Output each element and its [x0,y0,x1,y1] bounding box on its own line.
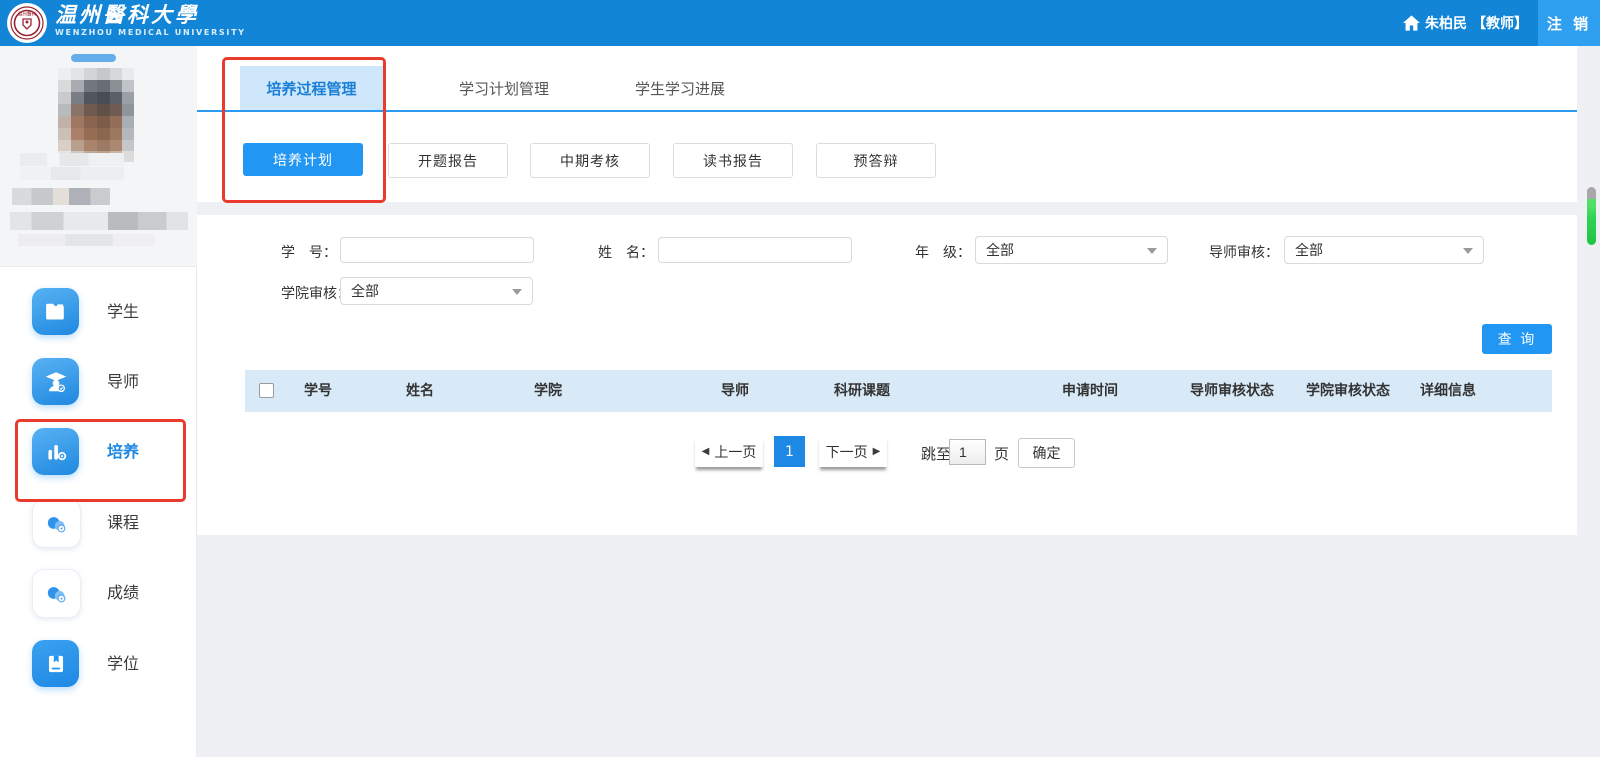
sidebar-item-label: 学生 [107,288,139,335]
app-window: 温州醫科 温州醫科大學 WENZHOU MEDICAL UNIVERSITY 朱… [0,0,1600,757]
grade-select-value: 全部 [986,240,1014,260]
tab-study-plan[interactable]: 学习计划管理 [429,66,579,110]
sidebar-item-training[interactable]: 培养 [0,428,197,476]
button-proposal-report[interactable]: 开题报告 [388,143,508,178]
profile-section [0,46,197,267]
col-apply-time: 申请时间 [1062,370,1118,412]
university-seal-icon: 温州醫科 [7,3,47,43]
student-id-input[interactable] [340,237,534,263]
col-name: 姓名 [406,370,434,412]
button-midterm-assessment[interactable]: 中期考核 [530,143,650,178]
sidebar-item-label: 培养 [107,428,139,475]
sidebar-item-label: 导师 [107,358,139,405]
student-id-label: 学 号： [281,242,337,262]
sidebar-item-mentors[interactable]: 导师 [0,358,197,406]
jump-page-input[interactable] [949,439,986,465]
select-all-checkbox[interactable] [259,383,274,398]
user-role-badge: 【教师】 [1472,13,1528,33]
col-mentor-review-status: 导师审核状态 [1190,370,1274,412]
university-name-cn: 温州醫科大學 [55,4,246,25]
sidebar-item-label: 课程 [107,499,139,546]
col-college: 学院 [534,370,562,412]
redacted-text-line [10,212,188,230]
name-label: 姓 名： [598,242,654,262]
cloud-sync-icon [32,569,81,618]
cloud-sync-icon [32,499,81,548]
sidebar-item-label: 成绩 [107,569,139,616]
table-header-row: 学号 姓名 学院 导师 科研课题 申请时间 导师审核状态 学院审核状态 详细信息 [245,370,1552,412]
mentor-review-select[interactable]: 全部 [1284,236,1484,264]
grade-label: 年 级： [915,242,971,262]
tabs-panel: 培养过程管理 学习计划管理 学生学习进展 培养计划 开题报告 中期考核 读书报告… [197,46,1577,202]
tab-underline [197,110,1577,112]
user-name[interactable]: 朱柏民 [1425,13,1467,33]
grade-select[interactable]: 全部 [975,236,1168,264]
prev-page-label: 上一页 [714,442,756,462]
jump-to-label: 跳至 [921,443,951,464]
college-review-select-value: 全部 [351,281,379,301]
svg-text:温州醫科: 温州醫科 [18,11,36,18]
redacted-text-line [12,188,110,205]
degree-book-icon [32,640,79,687]
redacted-text-line [18,234,154,246]
avatar [58,68,134,166]
logout-button[interactable]: 注 销 [1538,0,1600,46]
button-reading-report[interactable]: 读书报告 [673,143,793,178]
redacted-banner [71,54,116,62]
button-training-plan[interactable]: 培养计划 [243,143,363,176]
user-info: 朱柏民 【教师】 [1403,0,1528,46]
col-mentor: 导师 [721,370,749,412]
name-input[interactable] [658,237,852,263]
home-icon[interactable] [1403,15,1420,31]
redacted-text-line [20,153,124,166]
redacted-text-line [20,167,124,180]
current-page-indicator[interactable]: 1 [774,436,805,467]
vertical-scrollbar-thumb[interactable] [1587,187,1596,245]
sidebar: 学生 导师 [0,46,197,757]
sidebar-item-grades[interactable]: 成绩 [0,569,197,617]
sidebar-item-label: 学位 [107,640,139,687]
next-page-label: 下一页 [826,442,868,462]
university-name-en: WENZHOU MEDICAL UNIVERSITY [55,29,246,37]
tab-student-progress[interactable]: 学生学习进展 [605,66,755,110]
button-pre-defense[interactable]: 预答辩 [816,143,936,178]
college-review-select[interactable]: 全部 [340,277,533,305]
mentor-review-label: 导师审核： [1209,242,1279,262]
chevron-down-icon [512,289,522,295]
confirm-button[interactable]: 确定 [1018,438,1075,468]
search-button[interactable]: 查 询 [1482,324,1552,354]
prev-arrow-icon: ◀ [702,446,710,457]
mentor-graduation-icon [32,358,79,405]
query-panel: 学 号： 姓 名： 年 级： 全部 导师审核： 全部 学院审核： 全部 查 询 … [197,215,1577,535]
col-research-topic: 科研课题 [834,370,890,412]
chevron-down-icon [1147,248,1157,254]
sidebar-item-courses[interactable]: 课程 [0,499,197,547]
prev-page-button[interactable]: ◀ 上一页 [695,436,763,467]
next-page-button[interactable]: 下一页 ▶ [819,436,887,467]
col-college-review-status: 学院审核状态 [1306,370,1390,412]
bar-chart-icon [32,428,79,475]
top-header-bar: 温州醫科 温州醫科大學 WENZHOU MEDICAL UNIVERSITY 朱… [0,0,1600,46]
mentor-review-select-value: 全部 [1295,240,1323,260]
tab-training-process[interactable]: 培养过程管理 [240,66,383,110]
col-detail-info: 详细信息 [1420,370,1476,412]
folder-icon [32,288,79,335]
page-unit-label: 页 [994,443,1009,464]
col-student-id: 学号 [304,370,332,412]
chevron-down-icon [1463,248,1473,254]
next-arrow-icon: ▶ [873,446,881,457]
sidebar-item-students[interactable]: 学生 [0,288,197,336]
university-name: 温州醫科大學 WENZHOU MEDICAL UNIVERSITY [55,4,246,37]
sidebar-item-degree[interactable]: 学位 [0,640,197,688]
